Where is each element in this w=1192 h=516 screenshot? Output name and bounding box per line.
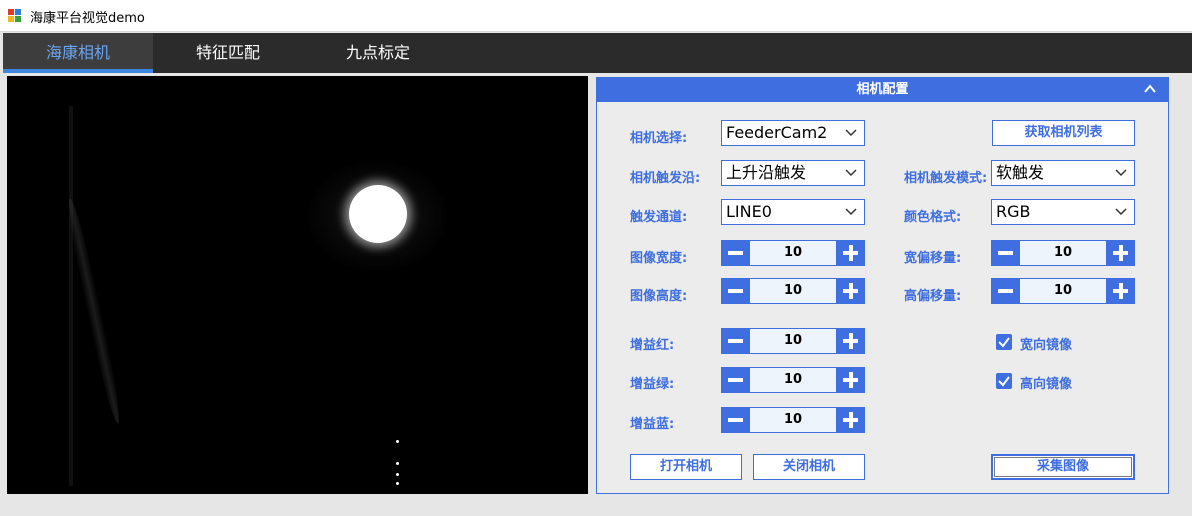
image-width-stepper: 10 <box>721 240 865 266</box>
gain-red-input[interactable]: 10 <box>750 328 836 354</box>
tab-nine-point-calibration[interactable]: 九点标定 <box>303 33 453 73</box>
tab-hikvision-camera[interactable]: 海康相机 <box>3 33 153 73</box>
minus-icon <box>728 418 743 422</box>
decrement-button[interactable] <box>721 407 750 433</box>
open-camera-button[interactable]: 打开相机 <box>630 454 742 480</box>
camera-select-value: FeederCam2 <box>726 123 828 142</box>
get-camera-list-button[interactable]: 获取相机列表 <box>992 120 1135 146</box>
panel-header: 相机配置 <box>597 78 1168 102</box>
window-title: 海康平台视觉demo <box>30 11 145 26</box>
image-height-stepper: 10 <box>721 278 865 304</box>
gain-green-stepper: 10 <box>721 367 865 393</box>
trigger-channel-dropdown[interactable]: LINE0 <box>721 199 865 225</box>
mirror-horizontal-checkbox[interactable] <box>996 334 1012 350</box>
increment-button[interactable] <box>836 240 865 266</box>
trigger-mode-value: 软触发 <box>996 163 1045 182</box>
title-bar: 海康平台视觉demo <box>0 0 1192 32</box>
chevron-down-icon <box>845 169 857 177</box>
gain-blue-stepper: 10 <box>721 407 865 433</box>
gain-blue-label: 增益蓝: <box>630 417 675 432</box>
decrement-button[interactable] <box>991 278 1020 304</box>
gain-green-label: 增益绿: <box>630 377 675 392</box>
chevron-up-icon[interactable] <box>1142 81 1158 97</box>
image-width-input[interactable]: 10 <box>750 240 836 266</box>
image-height-input[interactable]: 10 <box>750 278 836 304</box>
increment-button[interactable] <box>1106 278 1135 304</box>
gain-red-stepper: 10 <box>721 328 865 354</box>
image-dot <box>396 440 399 443</box>
tab-feature-matching[interactable]: 特征匹配 <box>153 33 303 73</box>
width-offset-input[interactable]: 10 <box>1020 240 1106 266</box>
gain-red-label: 增益红: <box>630 338 675 353</box>
tab-bar: 海康相机 特征匹配 九点标定 <box>3 33 1192 73</box>
camera-image-view[interactable] <box>7 76 588 494</box>
increment-button[interactable] <box>836 407 865 433</box>
increment-button[interactable] <box>836 367 865 393</box>
panel-title: 相机配置 <box>856 82 909 97</box>
height-offset-stepper: 10 <box>991 278 1135 304</box>
trigger-edge-label: 相机触发沿: <box>630 171 701 186</box>
chevron-down-icon <box>1115 208 1127 216</box>
color-format-label: 颜色格式: <box>904 210 962 225</box>
close-camera-button[interactable]: 关闭相机 <box>753 454 865 480</box>
capture-image-button[interactable]: 采集图像 <box>991 454 1135 480</box>
checkmark-icon <box>998 337 1010 348</box>
camera-config-panel: 相机配置 相机选择: FeederCam2 获取相机列表 相机触发沿: 上升沿触… <box>596 77 1169 494</box>
width-offset-label: 宽偏移量: <box>904 251 962 266</box>
minus-icon <box>728 339 743 343</box>
minus-icon <box>728 289 743 293</box>
image-dot <box>396 482 399 485</box>
camera-select-label: 相机选择: <box>630 131 688 146</box>
width-offset-stepper: 10 <box>991 240 1135 266</box>
height-offset-input[interactable]: 10 <box>1020 278 1106 304</box>
minus-icon <box>998 251 1013 255</box>
increment-button[interactable] <box>1106 240 1135 266</box>
image-width-label: 图像宽度: <box>630 251 688 266</box>
image-height-label: 图像高度: <box>630 289 688 304</box>
app-icon <box>8 9 22 22</box>
increment-button[interactable] <box>836 278 865 304</box>
decrement-button[interactable] <box>721 328 750 354</box>
trigger-edge-value: 上升沿触发 <box>726 163 807 182</box>
gain-blue-input[interactable]: 10 <box>750 407 836 433</box>
trigger-mode-label: 相机触发模式: <box>904 171 988 186</box>
trigger-mode-dropdown[interactable]: 软触发 <box>991 160 1135 186</box>
height-offset-label: 高偏移量: <box>904 289 962 304</box>
image-streak <box>69 106 73 486</box>
image-dot <box>396 462 399 465</box>
mirror-horizontal-label[interactable]: 宽向镜像 <box>1020 334 1072 353</box>
chevron-down-icon <box>1115 169 1127 177</box>
chevron-down-icon <box>845 208 857 216</box>
minus-icon <box>998 289 1013 293</box>
minus-icon <box>728 378 743 382</box>
color-format-dropdown[interactable]: RGB <box>991 199 1135 225</box>
decrement-button[interactable] <box>721 367 750 393</box>
decrement-button[interactable] <box>721 278 750 304</box>
trigger-channel-value: LINE0 <box>726 202 772 221</box>
decrement-button[interactable] <box>991 240 1020 266</box>
mirror-vertical-label[interactable]: 高向镜像 <box>1020 373 1072 392</box>
trigger-edge-dropdown[interactable]: 上升沿触发 <box>721 160 865 186</box>
trigger-channel-label: 触发通道: <box>630 210 688 225</box>
gain-green-input[interactable]: 10 <box>750 367 836 393</box>
minus-icon <box>728 251 743 255</box>
mirror-vertical-checkbox[interactable] <box>996 373 1012 389</box>
chevron-down-icon <box>845 129 857 137</box>
decrement-button[interactable] <box>721 240 750 266</box>
camera-select-dropdown[interactable]: FeederCam2 <box>721 120 865 146</box>
increment-button[interactable] <box>836 328 865 354</box>
color-format-value: RGB <box>996 202 1031 221</box>
checkmark-icon <box>998 376 1010 387</box>
image-dot <box>396 473 399 476</box>
light-spot <box>349 185 407 243</box>
